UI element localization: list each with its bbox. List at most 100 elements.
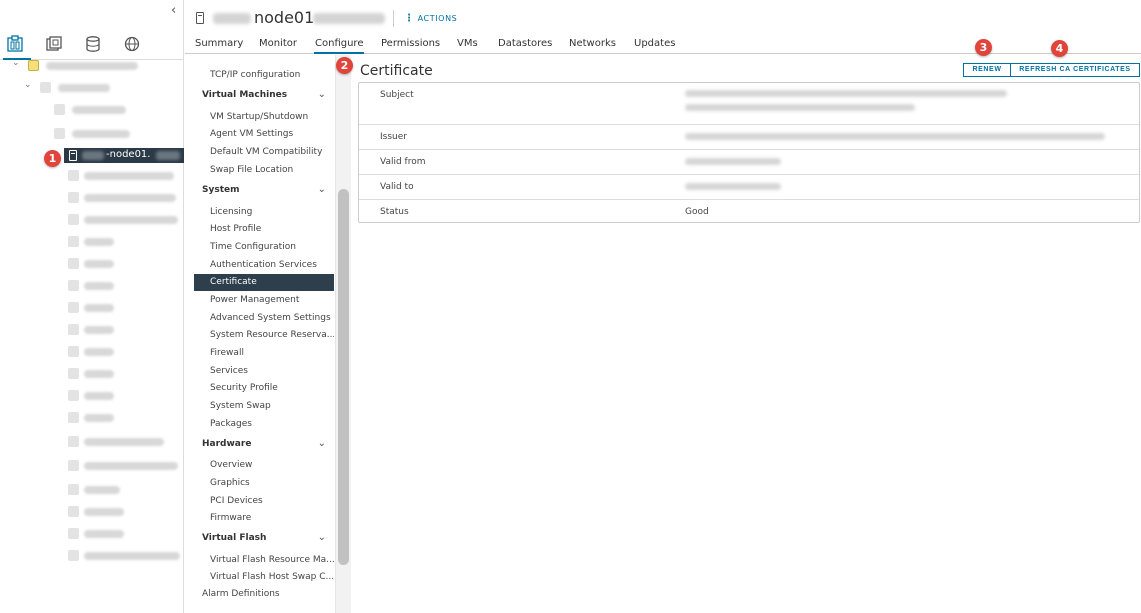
callout-badge-3: 3 [975, 39, 992, 56]
host-icon [69, 150, 77, 161]
nav-item-host-profile[interactable]: Host Profile [210, 224, 261, 234]
expand-icon[interactable]: ⌄ [24, 80, 32, 90]
vm-icon [68, 192, 79, 203]
tab-configure[interactable]: Configure [313, 38, 365, 54]
nav-item-certificate[interactable]: Certificate [194, 274, 334, 291]
vm-icon [68, 460, 79, 471]
nav-item-tcpip[interactable]: TCP/IP configuration [210, 70, 300, 80]
inventory-panel: ‹ ⌄ ⌄ -node01. 1 [0, 0, 184, 613]
tree-row-vm[interactable] [0, 168, 183, 184]
nav-group-label: Virtual Flash [202, 533, 267, 543]
vms-templates-view-icon[interactable] [45, 35, 67, 55]
section-title: Certificate [360, 63, 433, 79]
tab-permissions[interactable]: Permissions [381, 38, 440, 49]
vm-icon [68, 280, 79, 291]
nav-item-power-mgmt[interactable]: Power Management [210, 295, 299, 305]
nav-item-swap-file[interactable]: Swap File Location [210, 165, 293, 175]
nav-item-default-vm-compat[interactable]: Default VM Compatibility [210, 147, 322, 157]
tree-row-vm[interactable] [0, 526, 183, 542]
tree-row-datacenter[interactable]: ⌄ [0, 80, 183, 96]
tree-row-host[interactable] [0, 102, 183, 118]
inventory-view-tabs [0, 32, 183, 60]
nav-item-packages[interactable]: Packages [210, 419, 252, 429]
tab-networks[interactable]: Networks [569, 38, 616, 49]
vm-icon [68, 324, 79, 335]
tree-row-vm[interactable] [0, 504, 183, 520]
nav-item-time-config[interactable]: Time Configuration [210, 242, 296, 252]
vm-icon [68, 236, 79, 247]
nav-group-hardware[interactable]: Hardware ⌄ [202, 438, 330, 449]
tree-row-vm[interactable] [0, 366, 183, 382]
tree-row-vm[interactable] [0, 322, 183, 338]
tree-row-vm[interactable] [0, 278, 183, 294]
nav-group-virtual-flash[interactable]: Virtual Flash ⌄ [202, 532, 330, 543]
refresh-ca-certificates-button[interactable]: REFRESH CA CERTIFICATES [1010, 63, 1140, 77]
vm-icon [68, 258, 79, 269]
nav-item-firewall[interactable]: Firewall [210, 348, 244, 358]
networking-view-icon[interactable] [123, 35, 145, 55]
tree-row-vm[interactable] [0, 190, 183, 206]
tree-row-vm[interactable] [0, 548, 183, 564]
nav-group-virtual-machines[interactable]: Virtual Machines ⌄ [202, 89, 330, 100]
tree-row-selected-host[interactable]: -node01. [64, 148, 184, 163]
callout-badge-2: 2 [336, 57, 353, 74]
nav-item-resource-reservation[interactable]: System Resource Reserva... [210, 330, 334, 340]
renew-button[interactable]: RENEW [963, 63, 1011, 77]
vm-icon [68, 170, 79, 181]
scrollbar-thumb[interactable] [338, 189, 349, 565]
nav-item-pci-devices[interactable]: PCI Devices [210, 496, 263, 506]
tree-row-vm[interactable] [0, 458, 183, 474]
tree-row-vcenter[interactable]: ⌄ [0, 58, 183, 74]
nav-item-auth-services[interactable]: Authentication Services [210, 260, 317, 270]
nav-item-services[interactable]: Services [210, 366, 248, 376]
tree-row-vm[interactable] [0, 256, 183, 272]
tree-row-vm[interactable] [0, 212, 183, 228]
actions-menu-button[interactable]: ⋮ ACTIONS [404, 13, 457, 24]
kebab-icon: ⋮ [404, 13, 415, 24]
nav-item-security-profile[interactable]: Security Profile [210, 383, 278, 393]
nav-item-flash-host-swap[interactable]: Virtual Flash Host Swap C... [210, 572, 334, 582]
tree-row-vm[interactable] [0, 434, 183, 450]
vm-icon [68, 550, 79, 561]
chevron-down-icon: ⌄ [317, 532, 326, 543]
collapse-panel-icon[interactable]: ‹ [171, 4, 183, 18]
nav-item-vm-startup[interactable]: VM Startup/Shutdown [210, 112, 308, 122]
chevron-down-icon: ⌄ [317, 438, 326, 449]
nav-item-graphics[interactable]: Graphics [210, 478, 250, 488]
tab-monitor[interactable]: Monitor [259, 38, 297, 49]
tab-vms[interactable]: VMs [457, 38, 478, 49]
tree-row-host[interactable] [0, 126, 183, 142]
vm-icon [68, 484, 79, 495]
tree-row-vm[interactable] [0, 300, 183, 316]
nav-item-agent-vm[interactable]: Agent VM Settings [210, 129, 293, 139]
nav-group-label: Virtual Machines [202, 90, 288, 100]
nav-group-system[interactable]: System ⌄ [202, 184, 330, 195]
nav-item-advanced-settings[interactable]: Advanced System Settings [210, 313, 331, 323]
actions-label: ACTIONS [417, 14, 458, 23]
tree-row-vm[interactable] [0, 410, 183, 426]
cert-label: Status [380, 207, 409, 217]
tab-updates[interactable]: Updates [634, 38, 675, 49]
tree-row-vm[interactable] [0, 234, 183, 250]
storage-view-icon[interactable] [84, 35, 106, 55]
nav-group-label: System [202, 185, 240, 195]
vm-icon [68, 506, 79, 517]
nav-item-overview[interactable]: Overview [210, 460, 252, 470]
cert-label: Valid to [380, 182, 414, 192]
nav-item-flash-resource[interactable]: Virtual Flash Resource Ma... [210, 555, 334, 565]
hosts-clusters-view-icon[interactable] [3, 35, 31, 60]
tab-datastores[interactable]: Datastores [498, 38, 552, 49]
certificate-details: Subject Issuer Valid from Valid to Statu… [358, 82, 1140, 223]
nav-item-licensing[interactable]: Licensing [210, 207, 252, 217]
page-title: node01 [254, 8, 315, 27]
nav-item-system-swap[interactable]: System Swap [210, 401, 271, 411]
nav-item-firmware[interactable]: Firmware [210, 513, 251, 523]
settings-nav-scrollbar[interactable] [335, 55, 351, 613]
tree-row-vm[interactable] [0, 344, 183, 360]
nav-item-alarm-definitions[interactable]: Alarm Definitions [202, 589, 280, 599]
chevron-down-icon: ⌄ [317, 184, 326, 195]
expand-icon[interactable]: ⌄ [12, 58, 20, 68]
tab-summary[interactable]: Summary [195, 38, 243, 49]
tree-row-vm[interactable] [0, 482, 183, 498]
tree-row-vm[interactable] [0, 388, 183, 404]
